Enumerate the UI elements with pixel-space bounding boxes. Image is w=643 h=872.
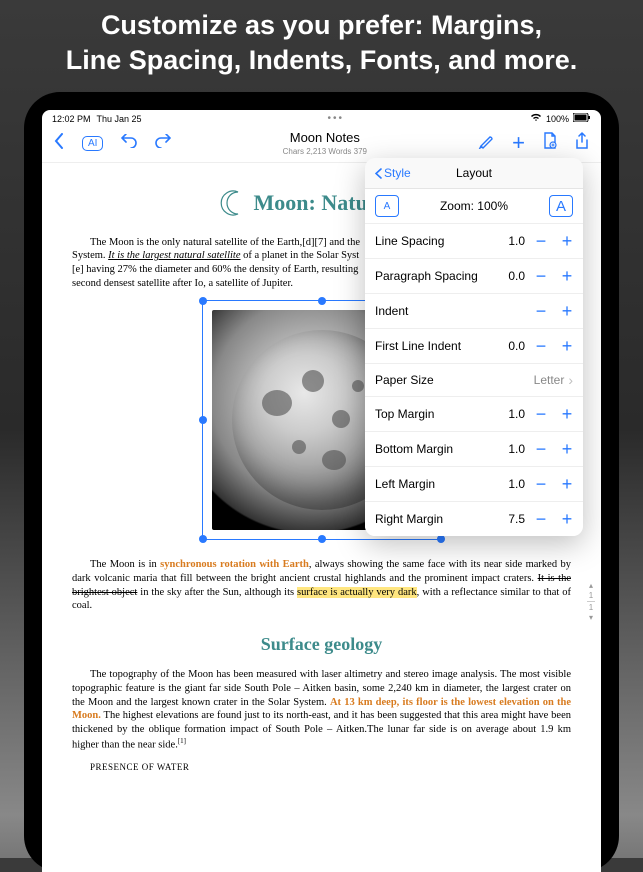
top-margin-label: Top Margin (375, 407, 508, 421)
total-pages: 1 (585, 603, 597, 612)
popover-header: Style Layout (365, 158, 583, 189)
layout-popover: Style Layout A Zoom: 100% A Line Spacing… (365, 158, 583, 536)
battery-icon (573, 113, 591, 124)
paragraph-spacing-label: Paragraph Spacing (375, 269, 508, 283)
indent-decrease[interactable]: − (535, 302, 547, 320)
subheading: Surface geology (72, 633, 571, 656)
paper-size-value: Letter (534, 373, 565, 387)
first-line-indent-increase[interactable]: + (561, 337, 573, 355)
left-margin-increase[interactable]: + (561, 475, 573, 493)
back-button[interactable] (54, 133, 64, 154)
row-right-margin: Right Margin 7.5 − + (365, 502, 583, 536)
paragraph-spacing-value: 0.0 (508, 269, 525, 283)
document-stats: Chars 2,213 Words 379 (171, 147, 478, 156)
row-paragraph-spacing: Paragraph Spacing 0.0 − + (365, 259, 583, 294)
first-line-indent-label: First Line Indent (375, 339, 508, 353)
crescent-moon-icon (220, 189, 248, 217)
zoom-out-button[interactable]: A (375, 195, 399, 217)
line-spacing-value: 1.0 (508, 234, 525, 248)
redo-button[interactable] (155, 134, 171, 153)
zoom-label: Zoom: 100% (440, 199, 508, 213)
indent-label: Indent (375, 304, 525, 318)
indent-increase[interactable]: + (561, 302, 573, 320)
page-indicator[interactable]: ▴ 1 1 ▾ (585, 580, 597, 623)
right-margin-label: Right Margin (375, 512, 508, 526)
row-left-margin: Left Margin 1.0 − + (365, 467, 583, 502)
wifi-icon (530, 113, 542, 124)
chevron-right-icon: › (568, 372, 573, 388)
document-title[interactable]: Moon Notes (171, 130, 478, 145)
row-line-spacing: Line Spacing 1.0 − + (365, 224, 583, 259)
paragraph-spacing-decrease[interactable]: − (535, 267, 547, 285)
row-bottom-margin: Bottom Margin 1.0 − + (365, 432, 583, 467)
undo-button[interactable] (121, 134, 137, 153)
page-down-icon[interactable]: ▾ (585, 613, 597, 622)
bottom-margin-value: 1.0 (508, 442, 525, 456)
paper-size-label: Paper Size (375, 373, 534, 387)
left-margin-decrease[interactable]: − (535, 475, 547, 493)
format-brush-button[interactable] (478, 133, 494, 154)
status-time: 12:02 PM (52, 114, 91, 124)
status-bar: 12:02 PM Thu Jan 25 ••• 100% (42, 110, 601, 124)
ipad-screen: 12:02 PM Thu Jan 25 ••• 100% AI (42, 110, 601, 872)
page-up-icon[interactable]: ▴ (585, 581, 597, 590)
document-options-button[interactable] (543, 132, 557, 155)
footnote-ref: [1] (178, 737, 186, 745)
first-line-indent-value: 0.0 (508, 339, 525, 353)
section-label: PRESENCE OF WATER (72, 762, 571, 774)
bottom-margin-label: Bottom Margin (375, 442, 508, 456)
line-spacing-decrease[interactable]: − (535, 232, 547, 250)
row-first-line-indent: First Line Indent 0.0 − + (365, 329, 583, 364)
promo-line-2: Line Spacing, Indents, Fonts, and more. (20, 43, 623, 78)
line-spacing-increase[interactable]: + (561, 232, 573, 250)
promo-line-1: Customize as you prefer: Margins, (20, 8, 623, 43)
right-margin-value: 7.5 (508, 512, 525, 526)
paragraph-3[interactable]: The topography of the Moon has been meas… (72, 668, 571, 751)
right-margin-decrease[interactable]: − (535, 510, 547, 528)
status-date: Thu Jan 25 (97, 114, 142, 124)
row-paper-size[interactable]: Paper Size Letter › (365, 364, 583, 397)
underlined-text: It is the largest natural satellite (108, 250, 240, 261)
ai-button[interactable]: AI (82, 136, 103, 151)
promo-header: Customize as you prefer: Margins, Line S… (0, 0, 643, 92)
multitask-dots[interactable]: ••• (328, 113, 345, 124)
top-margin-decrease[interactable]: − (535, 405, 547, 423)
battery-percent: 100% (546, 114, 569, 124)
ipad-frame: 12:02 PM Thu Jan 25 ••• 100% AI (24, 92, 619, 872)
orange-text-1: synchronous rotation with Earth (160, 559, 309, 570)
bottom-margin-decrease[interactable]: − (535, 440, 547, 458)
paragraph-2[interactable]: The Moon is in synchronous rotation with… (72, 558, 571, 613)
highlighted-text: surface is actually very dark (297, 587, 417, 598)
share-button[interactable] (575, 132, 589, 155)
left-margin-value: 1.0 (508, 477, 525, 491)
paragraph-spacing-increase[interactable]: + (561, 267, 573, 285)
add-button[interactable]: + (512, 130, 525, 156)
row-top-margin: Top Margin 1.0 − + (365, 397, 583, 432)
zoom-row: A Zoom: 100% A (365, 189, 583, 224)
row-indent: Indent − + (365, 294, 583, 329)
left-margin-label: Left Margin (375, 477, 508, 491)
first-line-indent-decrease[interactable]: − (535, 337, 547, 355)
popover-back-button[interactable]: Style (375, 166, 411, 180)
right-margin-increase[interactable]: + (561, 510, 573, 528)
zoom-in-button[interactable]: A (549, 195, 573, 217)
bottom-margin-increase[interactable]: + (561, 440, 573, 458)
top-margin-value: 1.0 (508, 407, 525, 421)
top-margin-increase[interactable]: + (561, 405, 573, 423)
current-page: 1 (585, 591, 597, 600)
popover-title: Layout (456, 166, 492, 180)
line-spacing-label: Line Spacing (375, 234, 508, 248)
